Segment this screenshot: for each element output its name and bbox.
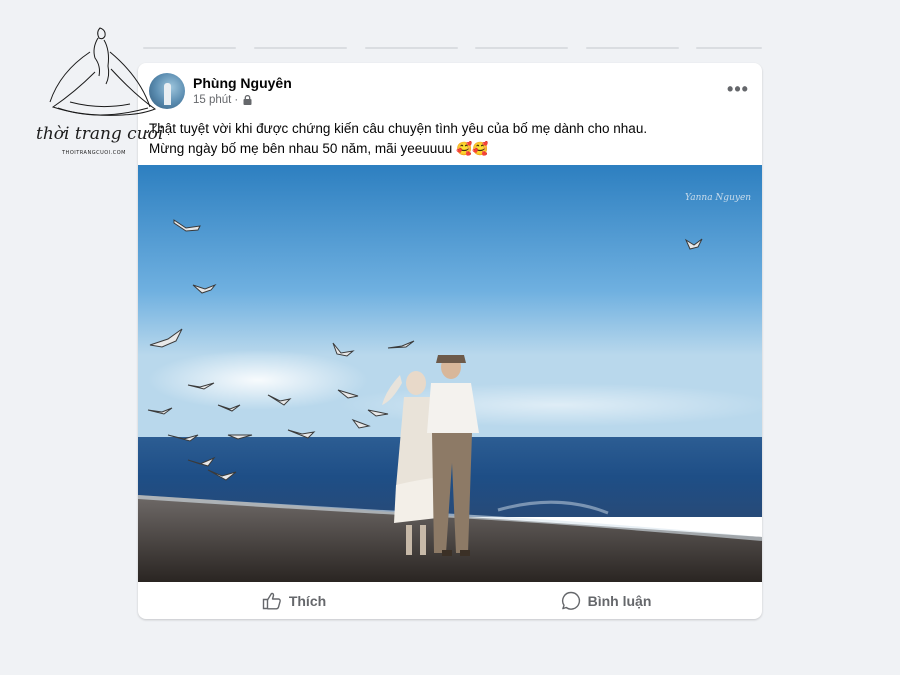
placeholder-line: [696, 47, 762, 49]
more-options-icon: •••: [727, 79, 749, 99]
photo-signature: Yanna Nguyen: [685, 193, 752, 203]
comment-icon: [561, 591, 581, 611]
like-button[interactable]: Thích: [138, 582, 450, 619]
more-options-button[interactable]: •••: [724, 77, 752, 101]
placeholder-line: [586, 47, 679, 49]
brand-logo: thời trang cưới THOITRANGCUOI.COM: [30, 22, 170, 167]
lock-icon[interactable]: [243, 95, 252, 105]
comment-label: Bình luận: [587, 592, 652, 609]
thumbs-up-icon: [262, 592, 282, 610]
like-label: Thích: [288, 592, 327, 609]
post-card: Phùng Nguyên 15 phút · ••• Thật tuyệt vờ…: [138, 63, 762, 619]
post-text: Thật tuyệt vời khi được chứng kiến câu c…: [149, 119, 749, 159]
comment-button[interactable]: Bình luận: [450, 582, 762, 619]
post-actions: Thích Bình luận: [138, 582, 762, 619]
placeholder-line: [475, 47, 568, 49]
brand-url: THOITRANGCUOI.COM: [62, 150, 126, 156]
placeholder-line: [254, 47, 347, 49]
post-photo[interactable]: Yanna Nguyen: [138, 165, 762, 582]
emoji-smiling-hearts: 🥰🥰: [456, 141, 489, 156]
post-time[interactable]: 15 phút: [193, 94, 231, 106]
post-header: Phùng Nguyên 15 phút · •••: [138, 63, 762, 115]
meta-separator: ·: [234, 94, 239, 106]
bride-silhouette-icon: [49, 27, 157, 116]
author-name[interactable]: Phùng Nguyên: [193, 75, 292, 91]
placeholder-line: [365, 47, 458, 49]
stories-placeholder: [143, 47, 763, 51]
post-text-line-2-text: Mừng ngày bố mẹ bên nhau 50 năm, mãi yee…: [149, 141, 453, 156]
post-text-line-1: Thật tuyệt vời khi được chứng kiến câu c…: [149, 121, 648, 136]
brand-text: thời trang cưới: [36, 124, 164, 144]
post-text-line-2: Mừng ngày bố mẹ bên nhau 50 năm, mãi yee…: [149, 139, 749, 159]
post-meta: 15 phút ·: [193, 94, 252, 106]
